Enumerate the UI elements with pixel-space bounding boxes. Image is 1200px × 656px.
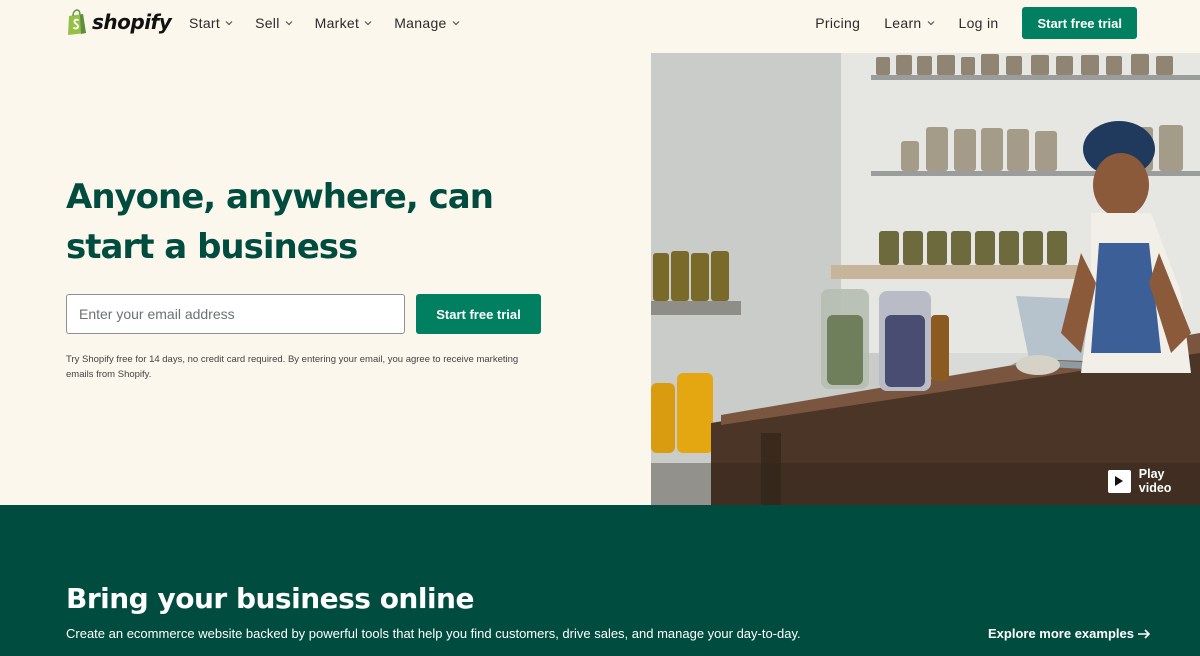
explore-examples-label: Explore more examples — [988, 626, 1134, 641]
shopify-bag-icon — [68, 9, 86, 35]
secondary-nav: Pricing Learn Log in Start free trial — [815, 7, 1137, 39]
logo-wordmark: shopify — [92, 10, 172, 34]
section-description: Create an ecommerce website backed by po… — [66, 626, 801, 641]
nav-manage[interactable]: Manage — [394, 15, 460, 31]
nav-sell-label: Sell — [255, 15, 280, 31]
nav-sell[interactable]: Sell — [255, 15, 293, 31]
nav-market[interactable]: Market — [315, 15, 373, 31]
play-video-button[interactable]: Play video — [1108, 467, 1200, 495]
play-video-label: Play video — [1138, 467, 1172, 495]
play-icon — [1108, 469, 1131, 493]
hero-heading-line-1: Anyone, anywhere, can — [66, 177, 494, 217]
chevron-down-icon — [225, 21, 233, 26]
hero-heading: Anyone, anywhere, can start a business — [66, 172, 586, 272]
section-heading: Bring your business online — [66, 582, 474, 615]
nav-manage-label: Manage — [394, 15, 447, 31]
nav-learn-label: Learn — [884, 15, 922, 31]
primary-nav: Start Sell Market Manage — [189, 15, 460, 31]
shop-workspace-illustration — [651, 53, 1200, 505]
nav-start[interactable]: Start — [189, 15, 233, 31]
nav-login[interactable]: Log in — [959, 15, 999, 31]
hero-heading-line-2: start a business — [66, 227, 358, 267]
hero-start-trial-button[interactable]: Start free trial — [416, 294, 541, 334]
nav-pricing[interactable]: Pricing — [815, 15, 860, 31]
chevron-down-icon — [364, 21, 372, 26]
nav-learn[interactable]: Learn — [884, 15, 934, 31]
chevron-down-icon — [285, 21, 293, 26]
trial-disclaimer: Try Shopify free for 14 days, no credit … — [66, 354, 519, 380]
arrow-right-icon — [1137, 628, 1151, 639]
login-link-label: Log in — [958, 15, 999, 31]
chevron-down-icon — [452, 21, 460, 26]
explore-examples-link[interactable]: Explore more examples — [988, 626, 1151, 641]
header-start-trial-button[interactable]: Start free trial — [1022, 7, 1137, 39]
email-input[interactable] — [66, 294, 405, 334]
nav-pricing-label: Pricing — [815, 15, 861, 31]
hero-photo — [651, 53, 1200, 505]
chevron-down-icon — [927, 21, 934, 26]
business-online-section: Bring your business online Create an eco… — [0, 505, 1200, 656]
shopify-logo[interactable]: shopify — [66, 9, 172, 35]
nav-start-label: Start — [189, 15, 221, 31]
site-header: shopify Start Sell Market Manage Pricing… — [0, 0, 1200, 46]
nav-market-label: Market — [314, 15, 360, 31]
